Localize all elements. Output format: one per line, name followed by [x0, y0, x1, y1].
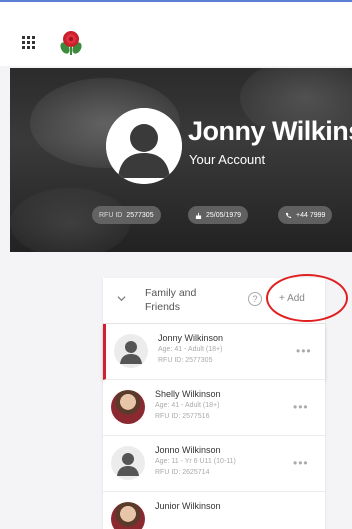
cake-icon	[195, 212, 202, 219]
member-avatar	[111, 446, 145, 480]
member-age: Age: 41 - Adult (18+)	[158, 346, 223, 353]
member-name: Jonno Wilkinson	[155, 445, 221, 455]
phone-icon	[285, 212, 292, 218]
rfu-id-value: 2577305	[126, 211, 154, 219]
phone-value: +44 7999	[296, 211, 326, 219]
dob-chip: 25/05/1979	[188, 206, 249, 224]
member-rfu-id: RFU ID: 2577516	[155, 413, 210, 420]
member-rfu-id: RFU ID: 2625714	[155, 469, 210, 476]
member-row[interactable]: Shelly Wilkinson Age: 41 - Adult (18+) R…	[103, 380, 325, 436]
phone-chip: +44 7999	[278, 206, 333, 224]
rfu-id-label: RFU ID	[99, 211, 123, 219]
more-options-icon[interactable]: •••	[293, 456, 309, 470]
profile-avatar[interactable]	[106, 108, 182, 184]
account-hero-banner: Jonny Wilkins Your Account RFU ID 257730…	[10, 68, 352, 252]
member-row[interactable]: Junior Wilkinson	[103, 492, 325, 529]
member-row[interactable]: Jonno Wilkinson Age: 11 - Yr 6 U11 (10-1…	[103, 436, 325, 492]
top-bar	[0, 2, 352, 66]
user-silhouette-icon	[117, 453, 139, 476]
annotation-circle	[266, 274, 348, 322]
chevron-down-icon[interactable]	[117, 294, 126, 303]
more-options-icon[interactable]: •••	[296, 344, 312, 358]
user-silhouette-icon	[106, 108, 182, 184]
member-name: Junior Wilkinson	[155, 501, 221, 511]
dob-value: 25/05/1979	[206, 211, 242, 219]
rfu-id-chip: RFU ID 2577305	[92, 206, 161, 224]
member-photo-avatar	[111, 502, 145, 529]
help-icon[interactable]: ?	[248, 292, 262, 306]
member-photo-avatar	[111, 390, 145, 424]
member-name: Shelly Wilkinson	[155, 389, 221, 399]
member-rfu-id: RFU ID: 2577305	[158, 357, 213, 364]
member-row[interactable]: Jonny Wilkinson Age: 41 - Adult (18+) RF…	[103, 324, 325, 380]
member-age: Age: 41 - Adult (18+)	[155, 402, 220, 409]
rose-logo-icon[interactable]	[60, 28, 82, 56]
member-avatar	[114, 334, 148, 368]
more-options-icon[interactable]: •••	[293, 400, 309, 414]
account-subtitle: Your Account	[189, 152, 266, 167]
account-name: Jonny Wilkins	[188, 116, 352, 146]
member-name: Jonny Wilkinson	[158, 333, 224, 343]
member-age: Age: 11 - Yr 6 U11 (10-11)	[155, 458, 236, 465]
panel-title: Family and Friends	[145, 287, 197, 313]
apps-grid-icon[interactable]	[22, 36, 35, 49]
user-silhouette-icon	[120, 341, 142, 364]
